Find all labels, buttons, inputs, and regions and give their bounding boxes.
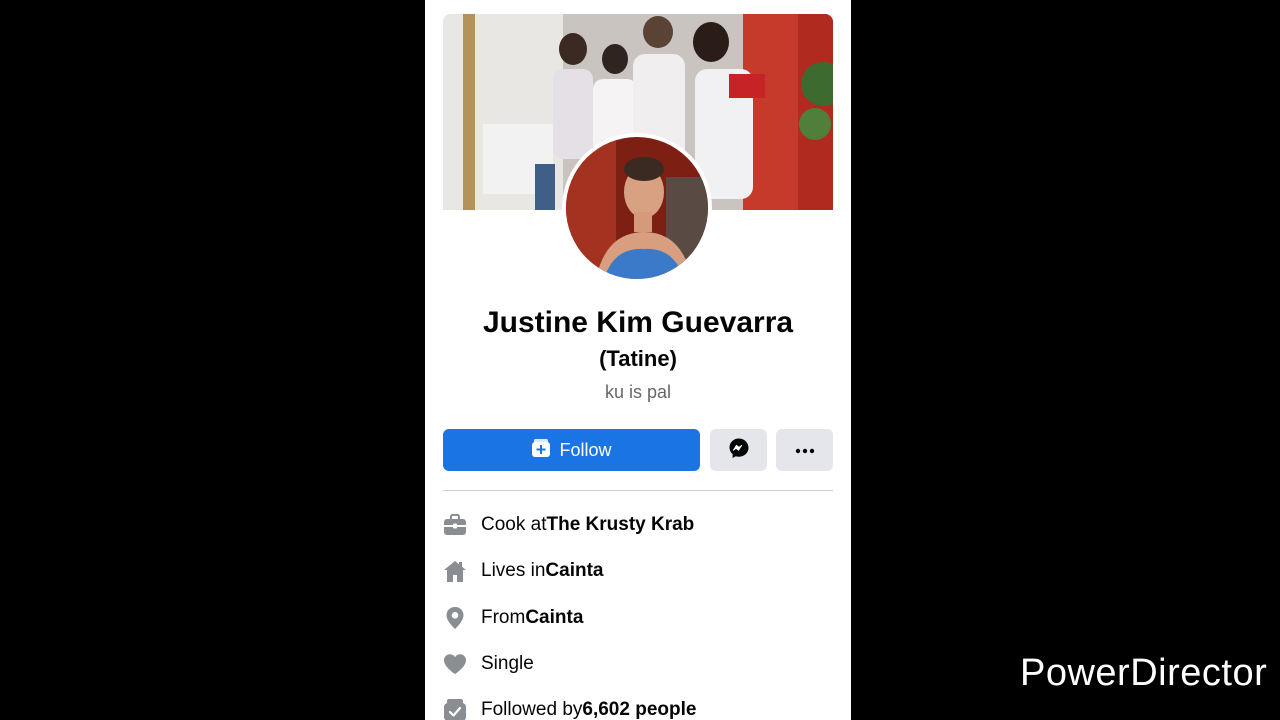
profile-screen: Justine Kim Guevarra (Tatine) ku is pal … [425,0,851,720]
about-work: Cook at The Krusty Krab [443,511,694,539]
followers-icon [443,698,467,720]
heart-icon [443,652,467,676]
home-icon [443,559,467,583]
more-options-button[interactable] [776,429,833,471]
section-divider [443,490,833,491]
followers-prefix: Followed by [481,699,583,720]
about-from: From Cainta [443,604,583,632]
from-city[interactable]: Cainta [525,607,583,629]
work-employer[interactable]: The Krusty Krab [546,514,694,536]
location-pin-icon [443,606,467,630]
profile-name: Justine Kim Guevarra [482,306,794,339]
watermark: PowerDirector [1020,652,1268,694]
more-dots-icon [795,441,815,459]
work-prefix: Cook at [481,514,547,535]
follow-button[interactable]: Follow [443,429,700,471]
follow-label: Follow [559,439,612,460]
lives-prefix: Lives in [481,560,546,581]
profile-picture[interactable] [562,133,712,283]
relationship-status: Single [481,653,534,674]
messenger-button[interactable] [710,429,767,471]
about-followers: Followed by 6,602 people [443,696,696,720]
follow-icon [531,438,551,463]
from-prefix: From [481,607,526,628]
about-lives-in: Lives in Cainta [443,557,604,585]
lives-city[interactable]: Cainta [545,560,603,582]
followers-count[interactable]: 6,602 people [582,699,696,720]
profile-bio: ku is pal [604,382,672,402]
messenger-icon [728,437,750,464]
briefcase-icon [443,513,467,537]
profile-nickname: (Tatine) [599,346,677,371]
about-relationship: Single [443,650,534,678]
